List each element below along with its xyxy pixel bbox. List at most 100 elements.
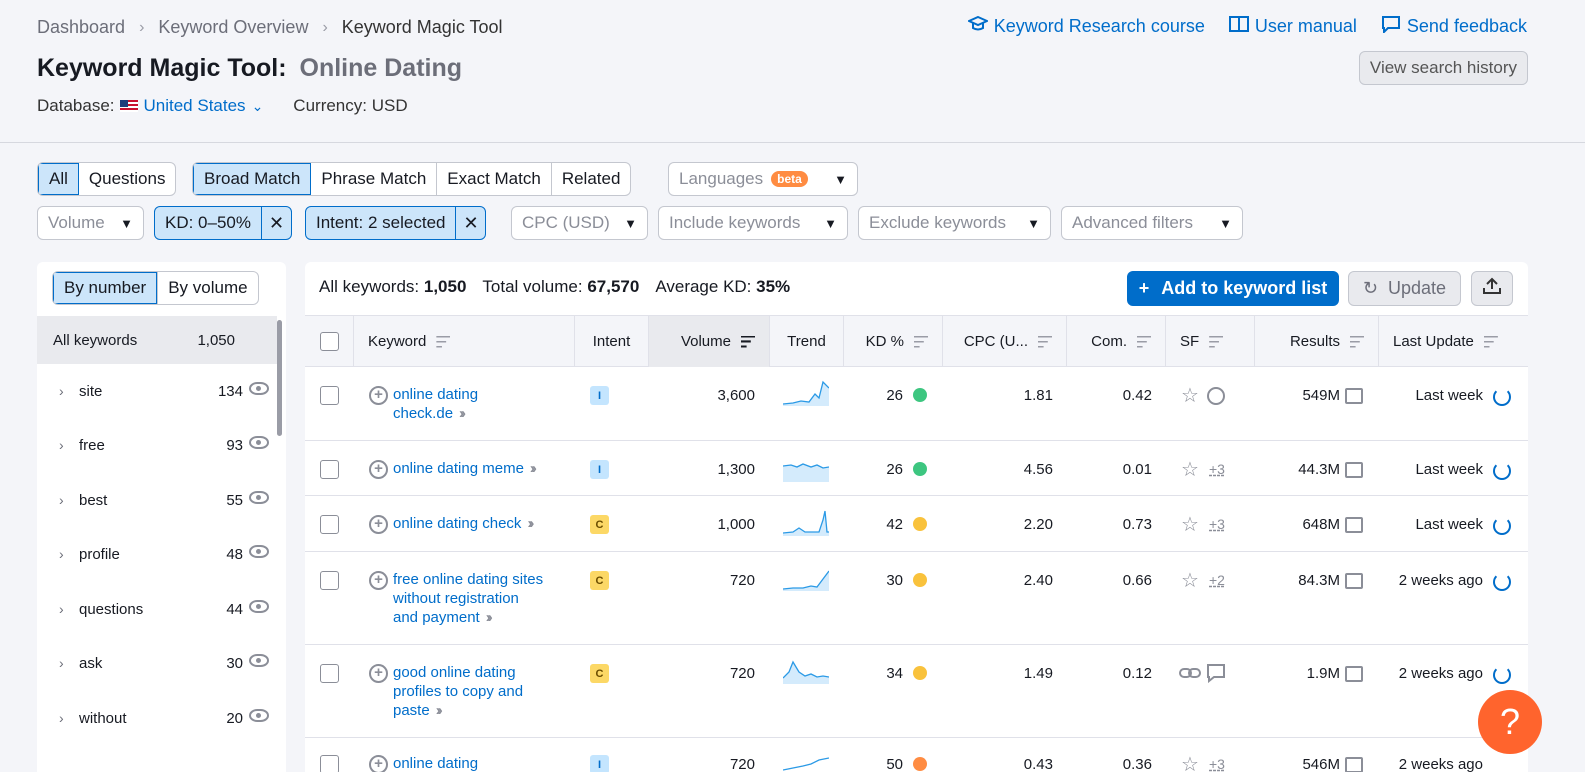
eye-icon[interactable] <box>249 491 269 504</box>
eye-icon[interactable] <box>249 709 269 722</box>
column-keyword[interactable]: Keyword <box>354 316 575 367</box>
keyword-link[interactable]: online dating <box>393 754 568 772</box>
row-checkbox[interactable] <box>320 460 339 479</box>
exclude-keywords-filter[interactable]: Exclude keywords ▼ <box>858 206 1051 240</box>
refresh-icon[interactable] <box>1493 388 1511 406</box>
group-item[interactable]: › free 93 <box>37 418 277 472</box>
add-keyword-icon[interactable]: + <box>369 515 388 534</box>
double-chevron-icon[interactable]: ›› <box>436 702 443 719</box>
tab-all[interactable]: All <box>38 163 79 195</box>
double-chevron-icon[interactable]: ›› <box>530 460 537 477</box>
close-icon[interactable]: ✕ <box>455 207 485 239</box>
column-results[interactable]: Results <box>1255 316 1379 367</box>
database-selector[interactable]: United States <box>144 96 246 116</box>
column-cpc[interactable]: CPC (U... <box>943 316 1067 367</box>
add-keyword-icon[interactable]: + <box>369 386 388 405</box>
update-button[interactable]: ↻ Update <box>1348 271 1461 306</box>
by-number-toggle[interactable]: By number <box>53 272 158 304</box>
close-icon[interactable]: ✕ <box>261 207 291 239</box>
group-item[interactable]: › best 55 <box>37 473 277 527</box>
double-chevron-icon[interactable]: ›› <box>486 609 493 626</box>
keyword-link[interactable]: online dating check.de ›› <box>393 385 568 423</box>
keyword-link[interactable]: online dating meme ›› <box>393 459 593 478</box>
select-all-checkbox[interactable] <box>320 332 339 351</box>
column-volume[interactable]: Volume <box>649 316 770 367</box>
tab-exact-match[interactable]: Exact Match <box>437 163 552 195</box>
row-checkbox[interactable] <box>320 386 339 405</box>
serp-preview-icon[interactable] <box>1345 666 1363 682</box>
send-feedback-link[interactable]: Send feedback <box>1381 15 1527 38</box>
serp-preview-icon[interactable] <box>1345 388 1363 404</box>
group-item[interactable]: › ask 30 <box>37 636 277 690</box>
refresh-icon[interactable] <box>1493 462 1511 480</box>
keyword-link[interactable]: online dating check ›› <box>393 514 593 533</box>
group-item[interactable]: › profile 48 <box>37 527 277 581</box>
add-keyword-icon[interactable]: + <box>369 460 388 479</box>
serp-preview-icon[interactable] <box>1345 517 1363 533</box>
refresh-icon[interactable] <box>1493 666 1511 684</box>
serp-features-more[interactable]: +3 <box>1209 516 1225 532</box>
column-last-update[interactable]: Last Update <box>1379 316 1528 367</box>
chevron-right-icon[interactable]: › <box>59 655 79 671</box>
row-checkbox[interactable] <box>320 664 339 683</box>
chevron-right-icon[interactable]: › <box>59 601 79 617</box>
group-item[interactable]: › questions 44 <box>37 582 277 636</box>
group-item[interactable]: › without 20 <box>37 691 277 745</box>
refresh-icon[interactable] <box>1493 573 1511 591</box>
eye-icon[interactable] <box>249 654 269 667</box>
column-serp-features[interactable]: SF <box>1166 316 1255 367</box>
tab-questions[interactable]: Questions <box>79 163 176 195</box>
help-button[interactable]: ? <box>1478 690 1542 754</box>
advanced-filters[interactable]: Advanced filters ▼ <box>1061 206 1243 240</box>
volume-filter[interactable]: Volume ▼ <box>37 206 144 240</box>
keyword-link[interactable]: good online dating profiles to copy and pa… <box>393 663 568 720</box>
view-search-history-button[interactable]: View search history <box>1358 51 1528 85</box>
add-keyword-icon[interactable]: + <box>369 664 388 683</box>
serp-preview-icon[interactable] <box>1345 573 1363 589</box>
row-checkbox[interactable] <box>320 755 339 772</box>
column-competition[interactable]: Com. <box>1067 316 1166 367</box>
keyword-research-course-link[interactable]: Keyword Research course <box>966 15 1205 38</box>
breadcrumb-keyword-overview[interactable]: Keyword Overview <box>158 17 308 38</box>
add-keyword-icon[interactable]: + <box>369 755 388 772</box>
user-manual-link[interactable]: User manual <box>1228 15 1357 38</box>
double-chevron-icon[interactable]: ›› <box>459 405 466 422</box>
by-volume-toggle[interactable]: By volume <box>157 272 257 304</box>
tab-related[interactable]: Related <box>552 163 631 195</box>
scrollbar[interactable] <box>277 320 282 436</box>
chevron-right-icon[interactable]: › <box>59 383 79 399</box>
intent-filter-chip[interactable]: Intent: 2 selected ✕ <box>305 206 487 240</box>
row-checkbox[interactable] <box>320 515 339 534</box>
chevron-down-icon[interactable]: ⌄ <box>252 98 264 115</box>
cpc-filter[interactable]: CPC (USD) ▼ <box>511 206 648 240</box>
keyword-link[interactable]: free online dating sites without registra… <box>393 570 568 627</box>
serp-features-more[interactable]: +2 <box>1209 572 1225 588</box>
serp-features-more[interactable]: +3 <box>1209 461 1225 477</box>
all-keywords-group[interactable]: All keywords 1,050 <box>37 316 277 364</box>
serp-preview-icon[interactable] <box>1345 757 1363 772</box>
eye-icon[interactable] <box>249 600 269 613</box>
kd-filter-chip[interactable]: KD: 0–50% ✕ <box>154 206 292 240</box>
chevron-right-icon[interactable]: › <box>59 546 79 562</box>
export-button[interactable] <box>1471 271 1513 306</box>
refresh-icon[interactable] <box>1493 517 1511 535</box>
column-kd[interactable]: KD % <box>844 316 943 367</box>
eye-icon[interactable] <box>249 436 269 449</box>
chevron-right-icon[interactable]: › <box>59 710 79 726</box>
serp-preview-icon[interactable] <box>1345 462 1363 478</box>
tab-phrase-match[interactable]: Phrase Match <box>311 163 438 195</box>
group-item[interactable]: › site 134 <box>37 364 277 418</box>
add-to-keyword-list-button[interactable]: + Add to keyword list <box>1127 271 1339 306</box>
breadcrumb-dashboard[interactable]: Dashboard <box>37 17 125 38</box>
chevron-right-icon[interactable]: › <box>59 437 79 453</box>
include-keywords-filter[interactable]: Include keywords ▼ <box>658 206 848 240</box>
eye-icon[interactable] <box>249 545 269 558</box>
add-keyword-icon[interactable]: + <box>369 571 388 590</box>
chevron-right-icon[interactable]: › <box>59 492 79 508</box>
languages-dropdown[interactable]: Languages beta ▼ <box>668 162 858 196</box>
row-checkbox[interactable] <box>320 571 339 590</box>
serp-features-more[interactable]: +3 <box>1209 756 1225 772</box>
eye-icon[interactable] <box>249 382 269 395</box>
double-chevron-icon[interactable]: ›› <box>527 515 534 532</box>
tab-broad-match[interactable]: Broad Match <box>193 163 312 195</box>
